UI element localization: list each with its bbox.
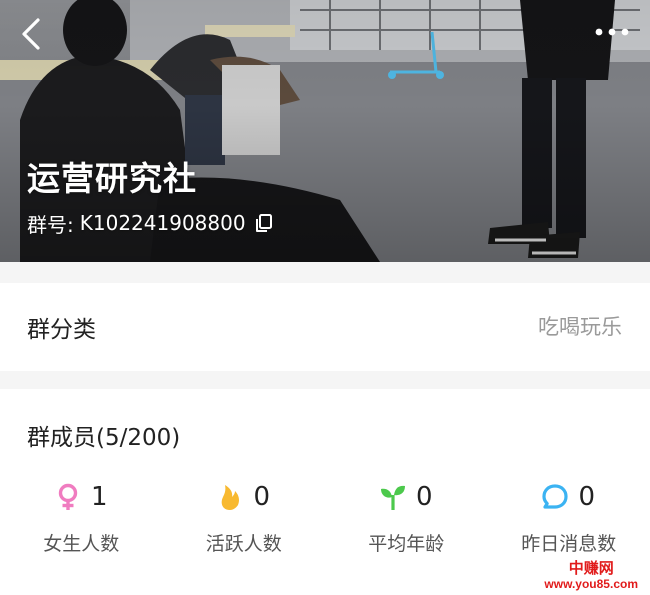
watermark-name: 中赚网	[568, 560, 614, 578]
stat-age-label: 平均年龄	[368, 533, 445, 555]
group-id-row: 群号: K102241908800	[27, 209, 273, 237]
stat-female-label: 女生人数	[43, 533, 120, 555]
group-cover-photo: 运营研究社 群号: K102241908800	[0, 0, 650, 262]
back-arrow-icon[interactable]	[14, 16, 48, 52]
more-options-icon[interactable]	[594, 22, 630, 42]
female-icon	[58, 483, 78, 510]
stat-active-count: 0 活跃人数	[163, 479, 326, 559]
group-category-value: 吃喝玩乐	[538, 315, 622, 339]
chat-bubble-icon	[542, 484, 569, 509]
group-category-row[interactable]: 群分类 吃喝玩乐	[0, 283, 650, 371]
sprout-icon	[380, 485, 405, 510]
stat-active-label: 活跃人数	[205, 533, 282, 555]
flame-icon	[222, 485, 240, 510]
member-stats: 1 女生人数 0 活跃人数 0 平均年龄 0 昨日消息数	[0, 479, 650, 559]
stat-messages-label: 昨日消息数	[521, 533, 617, 555]
group-members-title: 群成员(5/200)	[27, 425, 181, 451]
stat-active-value: 0	[253, 482, 271, 512]
stat-female-count: 1 女生人数	[0, 479, 163, 559]
copy-icon[interactable]	[255, 213, 273, 233]
group-id-value: K102241908800	[79, 211, 246, 235]
group-category-label: 群分类	[27, 317, 96, 343]
stat-yesterday-messages: 0 昨日消息数	[488, 479, 650, 559]
stat-messages-value: 0	[578, 482, 596, 512]
group-name: 运营研究社	[27, 159, 197, 198]
watermark-url: www.you85.com	[544, 576, 638, 591]
site-watermark: 中赚网 www.you85.com	[544, 561, 638, 591]
stat-average-age: 0 平均年龄	[325, 479, 488, 559]
group-id-prefix: 群号:	[27, 212, 74, 237]
stat-age-value: 0	[415, 482, 433, 512]
stat-female-value: 1	[90, 482, 108, 512]
